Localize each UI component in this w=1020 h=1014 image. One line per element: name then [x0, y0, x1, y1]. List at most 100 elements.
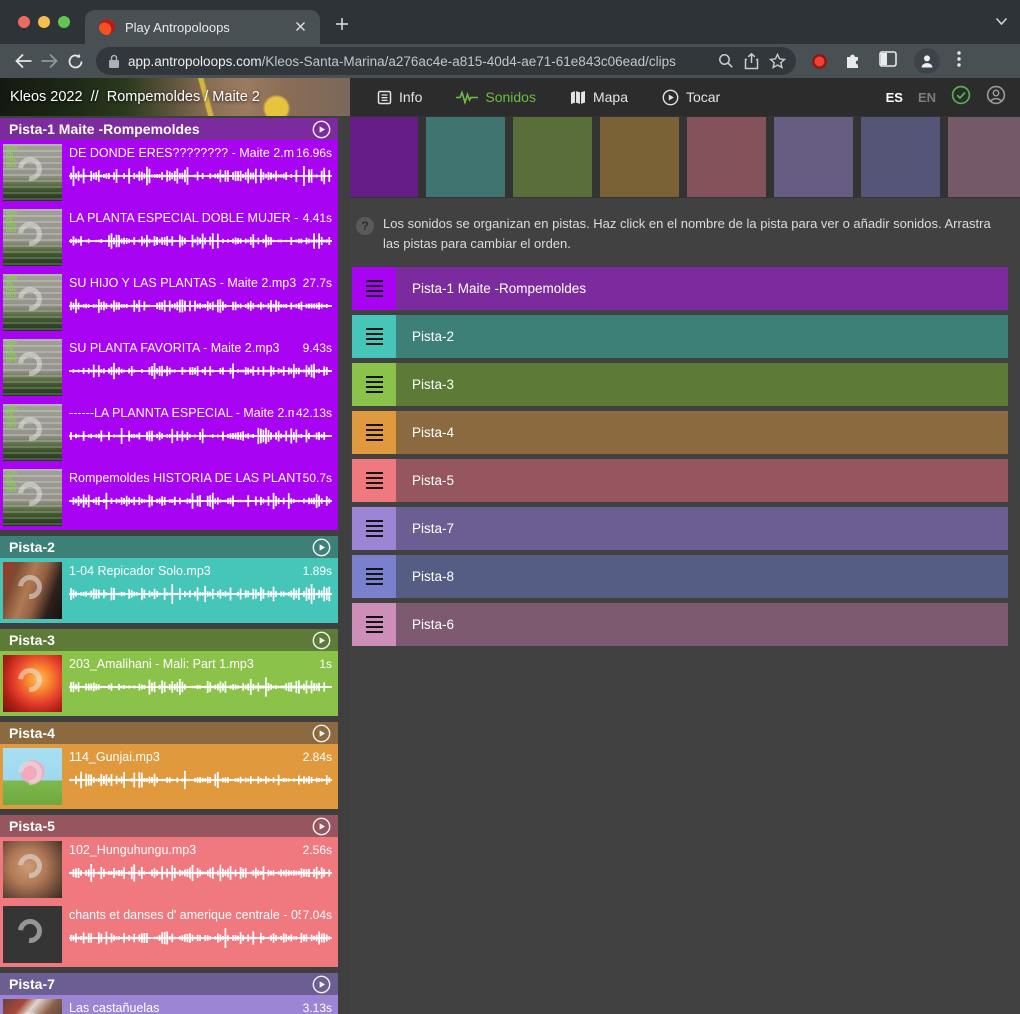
loading-spinner-icon	[13, 152, 47, 186]
loading-spinner-icon	[13, 217, 47, 251]
track-color-swatch[interactable]	[948, 117, 1020, 197]
browser-menu-kebab-icon[interactable]	[957, 51, 961, 72]
drag-handle-icon[interactable]	[352, 411, 396, 454]
minimize-window-button[interactable]	[38, 16, 50, 28]
drag-handle-icon[interactable]	[352, 555, 396, 598]
track-order-row[interactable]: Pista-7	[352, 507, 1008, 550]
clip-duration: 42.13s	[296, 406, 332, 420]
play-track-icon[interactable]	[312, 120, 331, 139]
saved-check-icon[interactable]	[951, 85, 971, 110]
clip-body: ------LA PLANNTA ESPECIAL - Maite 2.mp3 …	[69, 400, 338, 447]
clip-list: 102_Hunguhungu.mp3 2.56s chants et danse…	[0, 837, 338, 967]
clip-title: 102_Hunguhungu.mp3	[69, 843, 301, 857]
sidebar-track-header[interactable]: Pista-7	[0, 973, 338, 995]
play-track-icon[interactable]	[312, 538, 331, 557]
clip-row[interactable]: 102_Hunguhungu.mp3 2.56s	[0, 837, 338, 902]
breadcrumb[interactable]: Kleos 2022 // Rompemoldes / Maite 2	[10, 78, 260, 116]
waveform	[69, 425, 332, 447]
track-order-row[interactable]: Pista-2	[352, 315, 1008, 358]
help-note: ? Los sonidos se organizan en pistas. Ha…	[356, 214, 1006, 253]
drag-handle-icon[interactable]	[352, 267, 396, 310]
help-text: Los sonidos se organizan en pistas. Haz …	[383, 214, 1006, 253]
sidebar-track-name: Pista-7	[9, 976, 312, 992]
clip-row[interactable]: 203_Amalihani - Mali: Part 1.mp3 1s	[0, 651, 338, 716]
recording-extension-icon[interactable]	[812, 54, 827, 69]
project-map-thumbnail[interactable]: Kleos 2022 // Rompemoldes / Maite 2	[0, 78, 350, 116]
sidebar-track-header[interactable]: Pista-1 Maite -Rompemoldes	[0, 118, 338, 140]
play-track-icon[interactable]	[312, 817, 331, 836]
zoom-window-button[interactable]	[58, 16, 70, 28]
clip-row[interactable]: 1-04 Repicador Solo.mp3 1.89s	[0, 558, 338, 623]
clip-row[interactable]: 114_Gunjai.mp3 2.84s	[0, 744, 338, 809]
track-color-swatch[interactable]	[774, 117, 853, 197]
sidebar-track-header[interactable]: Pista-3	[0, 629, 338, 651]
close-window-button[interactable]	[18, 16, 30, 28]
clip-title: 1-04 Repicador Solo.mp3	[69, 564, 301, 578]
sidebar-track-name: Pista-3	[9, 632, 312, 648]
tab-mapa[interactable]: Mapa	[557, 78, 641, 116]
site-favicon	[99, 19, 115, 35]
clip-row[interactable]: ROM PE MOL DES LA PLANTA ESPECIAL DOBLE …	[0, 205, 338, 270]
play-track-icon[interactable]	[312, 631, 331, 650]
waveform	[69, 295, 332, 317]
play-track-icon[interactable]	[312, 975, 331, 994]
clip-row[interactable]: chants et danses d' amerique centrale - …	[0, 902, 338, 967]
url-bar[interactable]: app.antropoloops.com /Kleos-Santa-Marina…	[96, 47, 796, 75]
sidebar-track-header[interactable]: Pista-4	[0, 722, 338, 744]
track-order-row[interactable]: Pista-5	[352, 459, 1008, 502]
tab-close-icon[interactable]	[291, 18, 310, 37]
browser-profile-avatar[interactable]	[914, 48, 940, 74]
clip-body: 1-04 Repicador Solo.mp3 1.89s	[69, 558, 338, 605]
sidebar-track-header[interactable]: Pista-2	[0, 536, 338, 558]
track-color-swatch[interactable]	[861, 117, 940, 197]
clip-row[interactable]: Las castañuelas 3.13s	[0, 995, 338, 1014]
track-color-swatch[interactable]	[426, 117, 505, 197]
tab-search-chevron-icon[interactable]	[995, 13, 1008, 29]
waveform	[69, 360, 332, 382]
track-order-row[interactable]: Pista-1 Maite -Rompemoldes	[352, 267, 1008, 310]
share-icon[interactable]	[744, 53, 759, 70]
track-order-row[interactable]: Pista-3	[352, 363, 1008, 406]
loading-spinner-icon	[13, 756, 47, 790]
tab-tocar[interactable]: Tocar	[649, 78, 733, 116]
drag-handle-icon[interactable]	[352, 459, 396, 502]
track-color-swatch[interactable]	[687, 117, 766, 197]
zoom-page-icon[interactable]	[718, 53, 734, 69]
track-order-row[interactable]: Pista-4	[352, 411, 1008, 454]
track-order-row[interactable]: Pista-8	[352, 555, 1008, 598]
browser-tab[interactable]: Play Antropoloops	[85, 10, 320, 44]
bookmark-star-icon[interactable]	[769, 53, 786, 69]
clip-row[interactable]: ROM PE MOL DES ------LA PLANNTA ESPECIAL…	[0, 400, 338, 465]
drag-handle-icon[interactable]	[352, 507, 396, 550]
clip-thumbnail: ROM PE MOL DES	[3, 469, 62, 526]
clip-title: chants et danses d' amerique centrale - …	[69, 908, 301, 922]
clip-row[interactable]: ROM PE MOL DES DE DONDE ERES???????? - M…	[0, 140, 338, 205]
track-color-swatch[interactable]	[600, 117, 679, 197]
drag-handle-icon[interactable]	[352, 315, 396, 358]
account-icon[interactable]	[986, 85, 1006, 110]
extensions-puzzle-icon[interactable]	[844, 50, 862, 73]
clip-thumbnail: ROM PE MOL DES	[3, 209, 62, 266]
forward-icon[interactable]	[36, 48, 62, 74]
play-track-icon[interactable]	[312, 724, 331, 743]
drag-handle-icon[interactable]	[352, 603, 396, 646]
lang-en-button[interactable]: EN	[918, 90, 936, 105]
browser-tab-strip: Play Antropoloops	[0, 0, 1020, 44]
clip-thumbnail	[3, 841, 62, 898]
track-color-swatch[interactable]	[350, 117, 418, 197]
drag-handle-icon[interactable]	[352, 363, 396, 406]
track-color-swatch[interactable]	[513, 117, 592, 197]
clip-row[interactable]: ROM PE MOL DES SU HIJO Y LAS PLANTAS - M…	[0, 270, 338, 335]
tab-sonidos[interactable]: Sonidos	[443, 78, 549, 116]
side-panel-icon[interactable]	[879, 51, 897, 72]
back-icon[interactable]	[10, 48, 36, 74]
reload-icon[interactable]	[62, 48, 88, 74]
tab-info[interactable]: Info	[364, 78, 435, 116]
track-order-row[interactable]: Pista-6	[352, 603, 1008, 646]
lang-es-button[interactable]: ES	[886, 90, 903, 105]
clip-row[interactable]: ROM PE MOL DES SU PLANTA FAVORITA - Mait…	[0, 335, 338, 400]
sidebar-track-header[interactable]: Pista-5	[0, 815, 338, 837]
new-tab-button[interactable]	[330, 14, 354, 38]
clip-body: Rompemoldes HISTORIA DE LAS PLANTAS... 5…	[69, 465, 338, 512]
clip-row[interactable]: ROM PE MOL DES Rompemoldes HISTORIA DE L…	[0, 465, 338, 530]
